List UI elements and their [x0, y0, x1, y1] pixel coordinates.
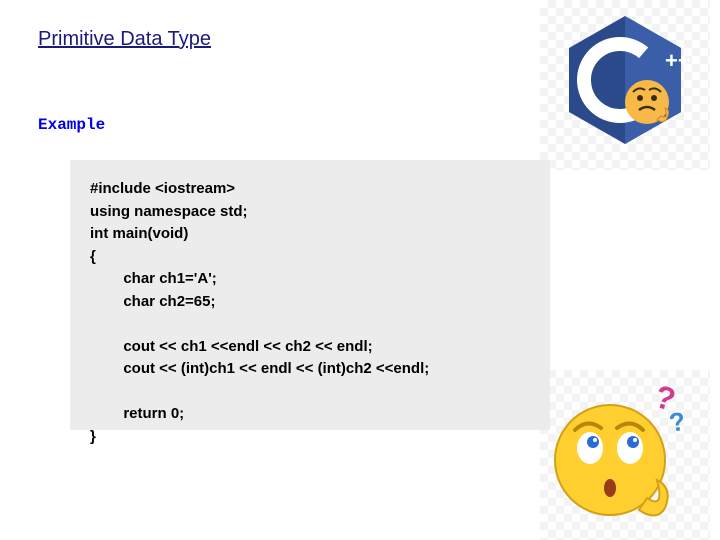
- cpp-logo-icon: ++: [555, 10, 695, 150]
- question-mark-icon: ? ?: [651, 378, 688, 438]
- code-sample: #include <iostream> using namespace std;…: [70, 160, 550, 430]
- thinking-emoji-icon: ? ?: [535, 370, 695, 530]
- slide-title: Primitive Data Type: [38, 28, 211, 51]
- svg-text:?: ?: [667, 406, 688, 438]
- example-label: Example: [38, 116, 105, 134]
- cpp-plus-text: ++: [665, 48, 691, 73]
